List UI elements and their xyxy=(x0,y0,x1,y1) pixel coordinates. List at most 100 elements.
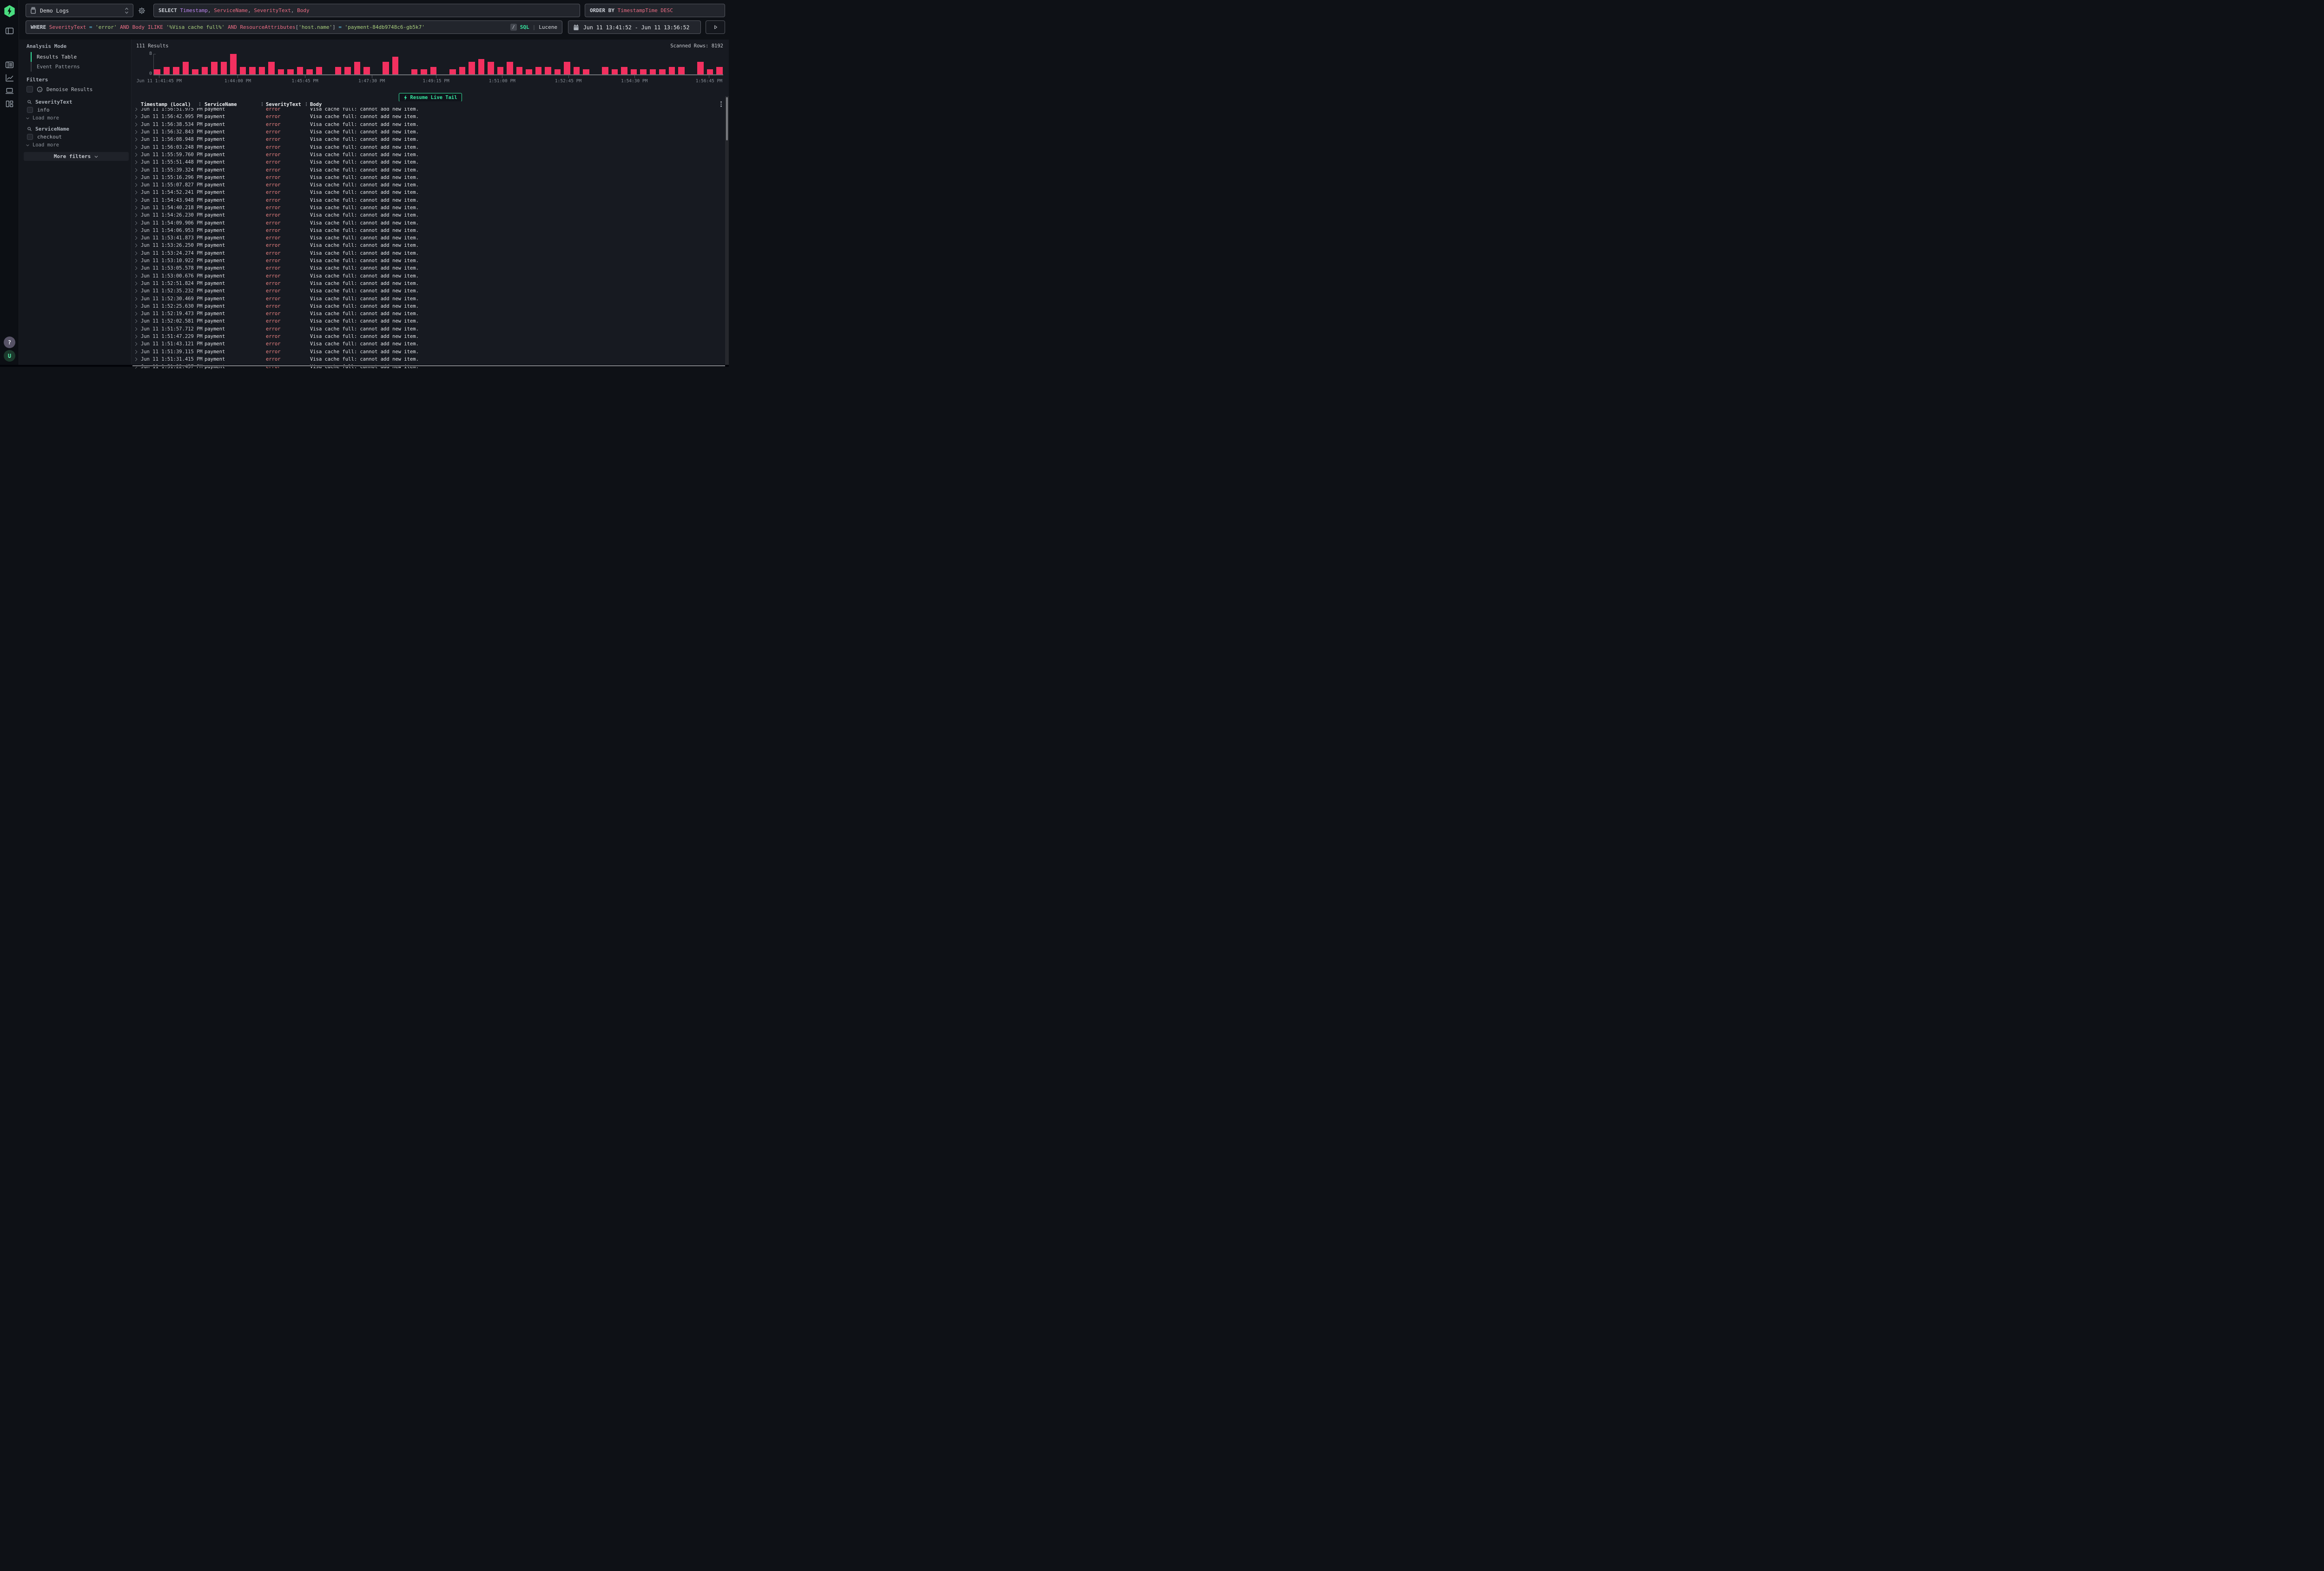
expand-row-chevron-icon[interactable] xyxy=(133,297,141,301)
histogram-bar[interactable] xyxy=(383,62,389,75)
source-selector[interactable]: Demo Logs xyxy=(26,4,133,17)
histogram-bar[interactable] xyxy=(335,67,342,75)
expand-row-chevron-icon[interactable] xyxy=(133,198,141,203)
log-row[interactable]: Jun 11 1:52:25.630 PM payment error Visa… xyxy=(133,303,725,310)
expand-row-chevron-icon[interactable] xyxy=(133,243,141,248)
histogram-bar[interactable] xyxy=(259,67,265,75)
lucene-mode-toggle[interactable]: Lucene xyxy=(539,24,557,30)
expand-row-chevron-icon[interactable] xyxy=(133,130,141,134)
table-vertical-scrollbar[interactable] xyxy=(725,96,729,367)
log-row[interactable]: Jun 11 1:51:39.115 PM payment error Visa… xyxy=(133,348,725,356)
histogram-bar[interactable] xyxy=(488,62,494,75)
chart-explorer-icon[interactable] xyxy=(5,73,14,83)
column-resize-handle[interactable] xyxy=(306,102,307,106)
log-row[interactable]: Jun 11 1:52:35.232 PM payment error Visa… xyxy=(133,287,725,295)
histogram-bar[interactable] xyxy=(287,69,294,74)
log-search-icon[interactable] xyxy=(5,60,14,70)
log-row[interactable]: Jun 11 1:53:05.578 PM payment error Visa… xyxy=(133,264,725,272)
search-icon[interactable] xyxy=(27,126,32,132)
client-sessions-icon[interactable] xyxy=(5,86,14,96)
histogram-bar[interactable] xyxy=(221,62,227,75)
where-clause-input[interactable]: WHERE SeverityText = 'error' AND Body IL… xyxy=(26,20,562,34)
expand-row-chevron-icon[interactable] xyxy=(133,289,141,293)
expand-row-chevron-icon[interactable] xyxy=(133,304,141,309)
expand-row-chevron-icon[interactable] xyxy=(133,327,141,331)
histogram-bar[interactable] xyxy=(392,57,399,75)
expand-row-chevron-icon[interactable] xyxy=(133,190,141,195)
scrollbar-thumb[interactable] xyxy=(726,97,728,140)
log-row[interactable]: Jun 11 1:55:16.296 PM payment error Visa… xyxy=(133,174,725,181)
expand-row-chevron-icon[interactable] xyxy=(133,350,141,354)
resume-live-tail-button[interactable]: Resume Live Tail xyxy=(398,93,462,102)
histogram-bar[interactable] xyxy=(449,69,456,74)
column-header-servicename[interactable]: ServiceName xyxy=(205,102,266,107)
histogram-bar[interactable] xyxy=(459,67,466,75)
histogram-bar[interactable] xyxy=(526,69,532,74)
log-row[interactable]: Jun 11 1:52:19.473 PM payment error Visa… xyxy=(133,310,725,317)
log-row[interactable]: Jun 11 1:53:10.922 PM payment error Visa… xyxy=(133,257,725,264)
histogram-bar[interactable] xyxy=(363,67,370,75)
column-resize-handle[interactable] xyxy=(199,102,200,106)
histogram-bar[interactable] xyxy=(678,67,685,75)
histogram-bar[interactable] xyxy=(640,69,647,74)
more-filters-button[interactable]: More filters xyxy=(24,152,129,161)
log-row[interactable]: Jun 11 1:54:06.953 PM payment error Visa… xyxy=(133,227,725,234)
panel-toggle-icon[interactable] xyxy=(5,26,14,36)
expand-row-chevron-icon[interactable] xyxy=(133,228,141,233)
mode-event-patterns[interactable]: Event Patterns xyxy=(31,62,80,72)
expand-row-chevron-icon[interactable] xyxy=(133,266,141,271)
filter-checkbox[interactable] xyxy=(27,134,33,140)
log-row[interactable]: Jun 11 1:51:31.415 PM payment error Visa… xyxy=(133,356,725,363)
histogram-bar[interactable] xyxy=(183,62,189,75)
expand-row-chevron-icon[interactable] xyxy=(133,221,141,225)
histogram-bar[interactable] xyxy=(230,54,237,74)
expand-row-chevron-icon[interactable] xyxy=(133,334,141,339)
histogram-bar[interactable] xyxy=(278,69,284,74)
expand-row-chevron-icon[interactable] xyxy=(133,311,141,316)
column-header-severitytext[interactable]: SeverityText xyxy=(266,102,310,107)
expand-row-chevron-icon[interactable] xyxy=(133,145,141,150)
settings-gear-icon[interactable] xyxy=(135,4,148,17)
expand-row-chevron-icon[interactable] xyxy=(133,114,141,119)
histogram-bar[interactable] xyxy=(306,69,313,74)
histogram-bar[interactable] xyxy=(154,69,160,74)
expand-row-chevron-icon[interactable] xyxy=(133,357,141,362)
expand-row-chevron-icon[interactable] xyxy=(133,205,141,210)
column-resize-handle[interactable] xyxy=(262,102,263,106)
histogram-bar[interactable] xyxy=(249,67,256,75)
histogram-bar[interactable] xyxy=(583,69,589,74)
app-logo-icon[interactable] xyxy=(4,5,15,17)
histogram-bar[interactable] xyxy=(659,69,666,74)
expand-row-chevron-icon[interactable] xyxy=(133,168,141,172)
histogram-bar[interactable] xyxy=(297,67,304,75)
log-row[interactable]: Jun 11 1:54:40.218 PM payment error Visa… xyxy=(133,204,725,211)
histogram-bar[interactable] xyxy=(555,69,561,74)
log-row[interactable]: Jun 11 1:51:22.457 PM payment error Visa… xyxy=(133,363,725,370)
histogram-bar[interactable] xyxy=(354,62,361,75)
log-row[interactable]: Jun 11 1:51:57.712 PM payment error Visa… xyxy=(133,325,725,333)
histogram-bar[interactable] xyxy=(192,69,198,74)
expand-row-chevron-icon[interactable] xyxy=(133,152,141,157)
histogram-bar[interactable] xyxy=(173,67,179,75)
select-clause-input[interactable]: SELECT Timestamp, ServiceName, SeverityT… xyxy=(153,4,580,17)
run-query-button[interactable] xyxy=(706,20,725,34)
expand-row-chevron-icon[interactable] xyxy=(133,319,141,323)
expand-row-chevron-icon[interactable] xyxy=(133,175,141,180)
expand-row-chevron-icon[interactable] xyxy=(133,183,141,187)
search-icon[interactable] xyxy=(27,99,32,105)
order-by-input[interactable]: ORDER BY TimestampTime DESC xyxy=(585,4,725,17)
log-row[interactable]: Jun 11 1:54:09.906 PM payment error Visa… xyxy=(133,219,725,226)
histogram-bar[interactable] xyxy=(697,62,704,75)
expand-row-chevron-icon[interactable] xyxy=(133,258,141,263)
log-row[interactable]: Jun 11 1:51:43.121 PM payment error Visa… xyxy=(133,340,725,348)
expand-row-chevron-icon[interactable] xyxy=(133,213,141,218)
histogram-bar[interactable] xyxy=(612,69,618,74)
denoise-checkbox[interactable] xyxy=(26,86,33,92)
log-row[interactable]: Jun 11 1:56:03.248 PM payment error Visa… xyxy=(133,143,725,151)
histogram-bar[interactable] xyxy=(621,67,627,75)
expand-row-chevron-icon[interactable] xyxy=(133,236,141,240)
column-header-body[interactable]: Body xyxy=(310,102,725,107)
histogram-bar[interactable] xyxy=(478,59,485,74)
histogram-bar[interactable] xyxy=(164,67,170,75)
log-row[interactable]: Jun 11 1:55:39.324 PM payment error Visa… xyxy=(133,166,725,173)
